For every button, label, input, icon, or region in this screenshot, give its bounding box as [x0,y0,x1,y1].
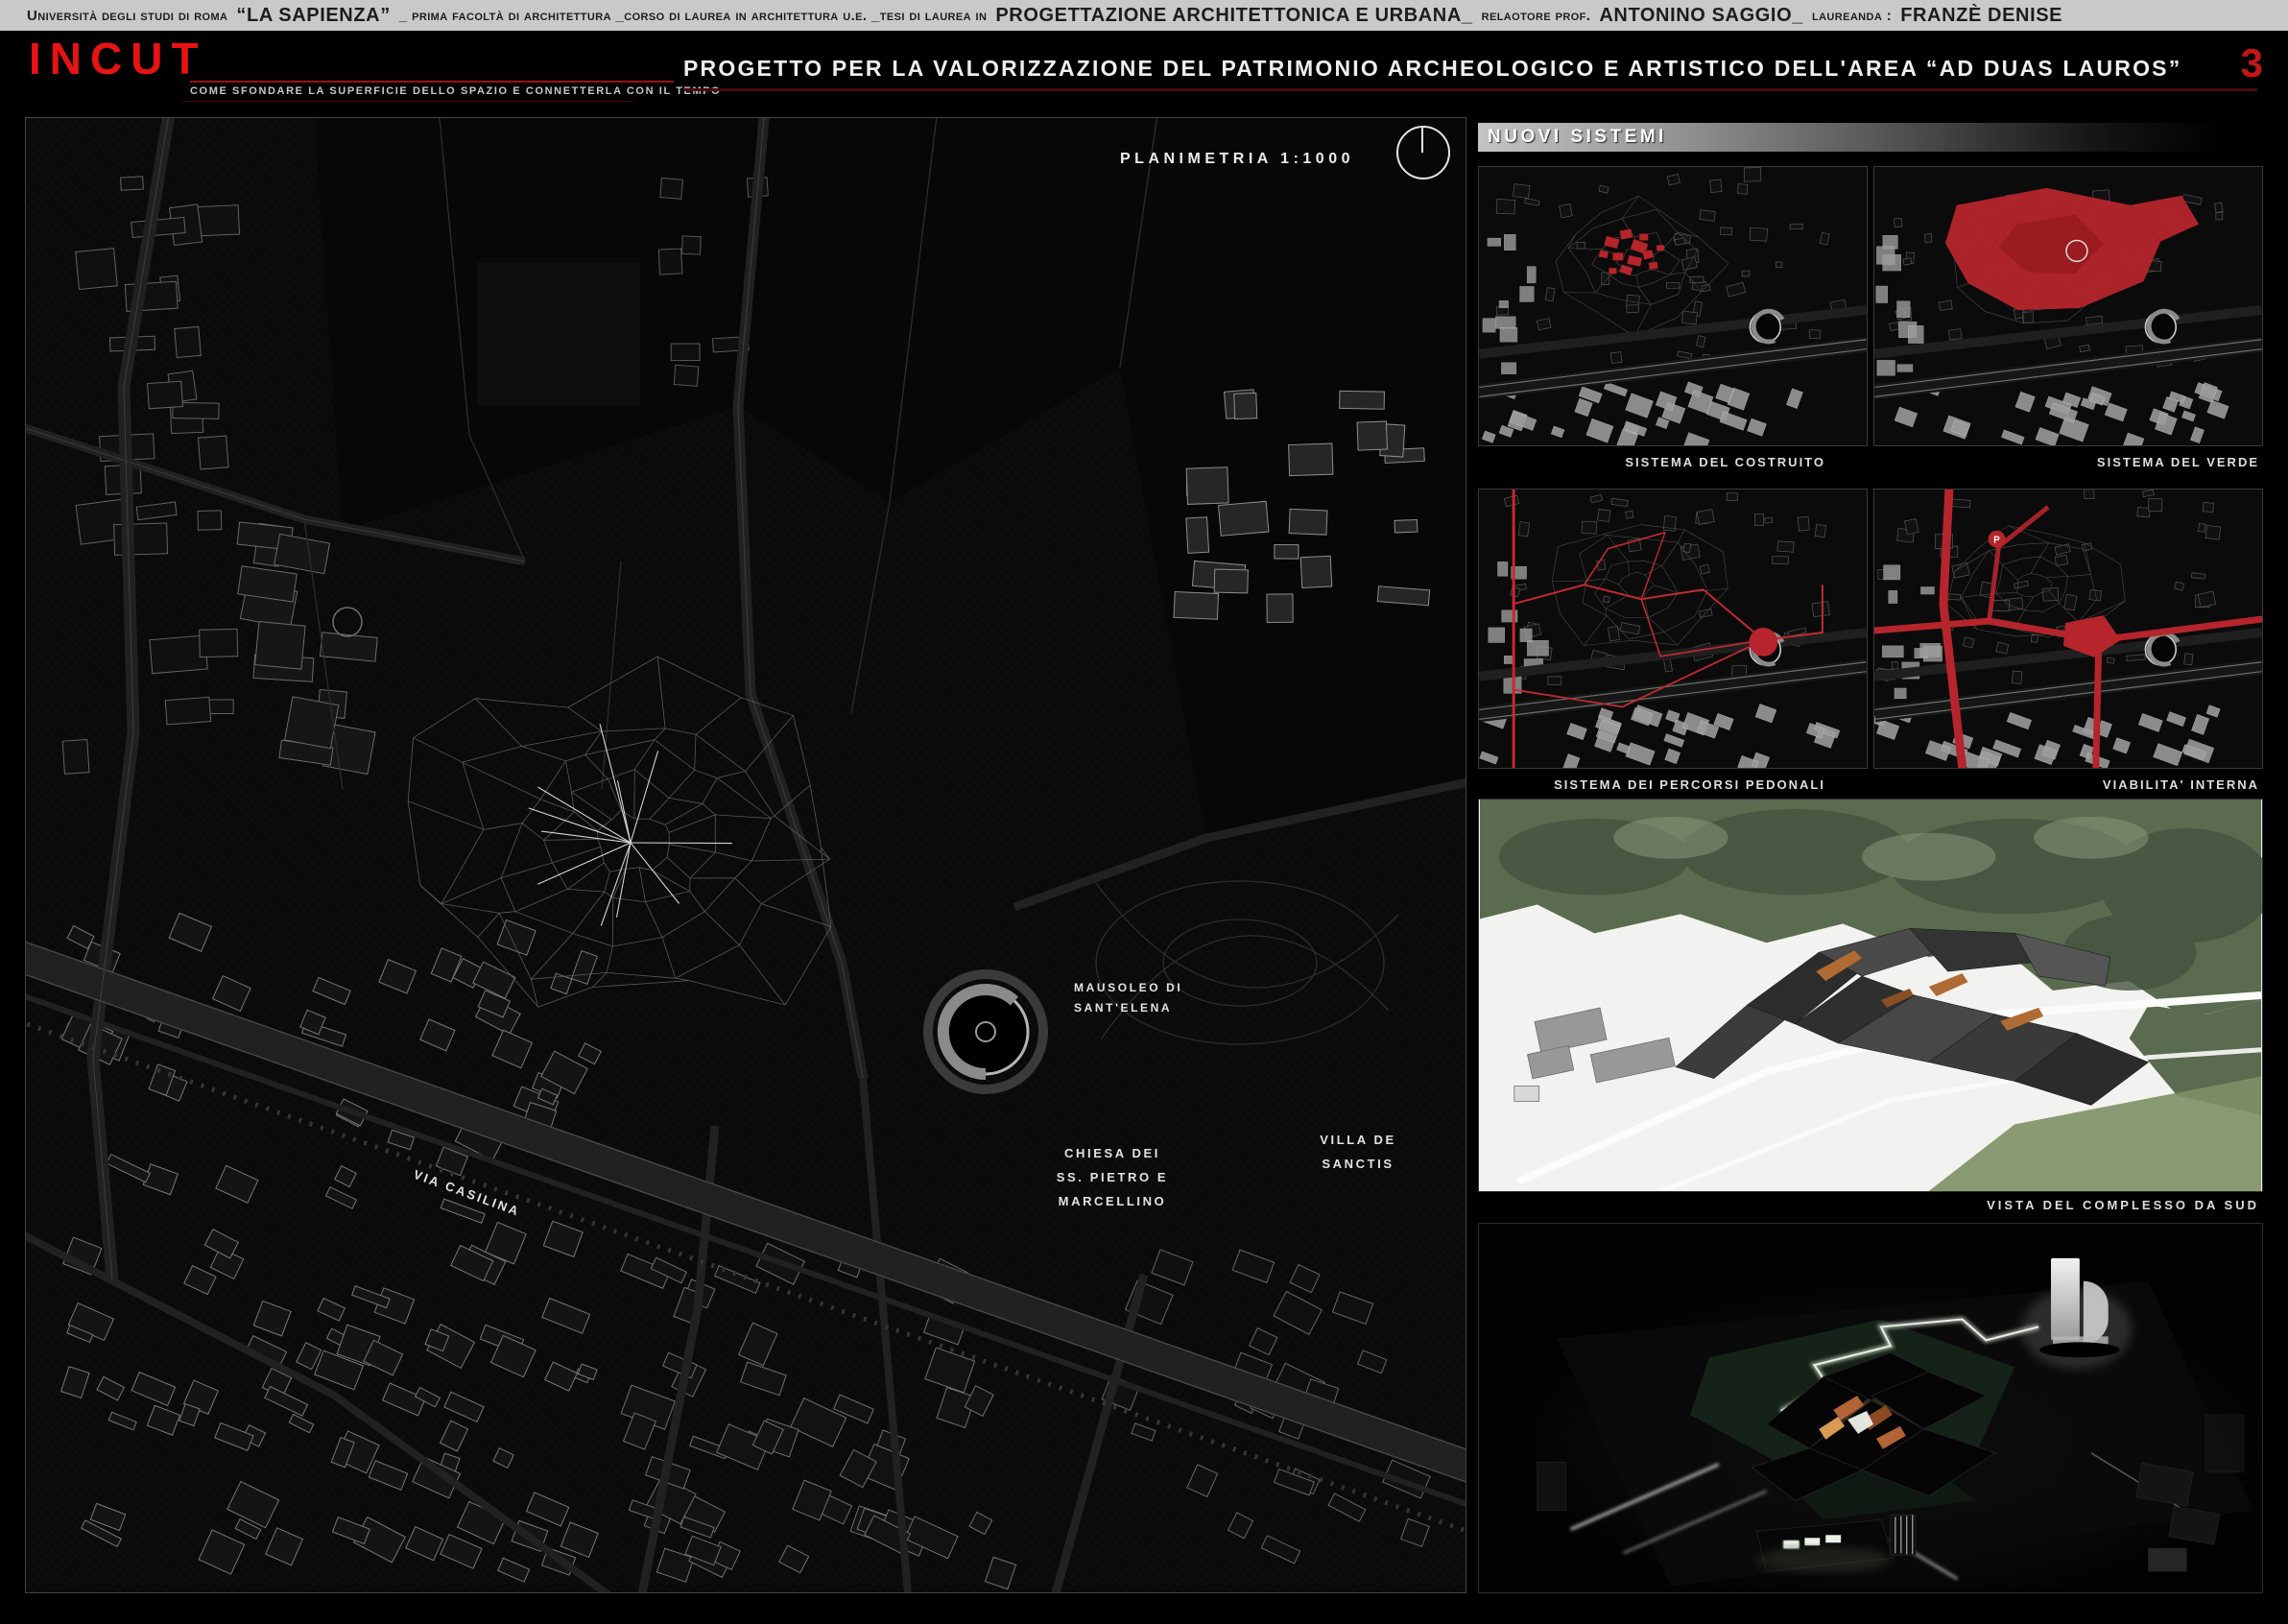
map-canvas [26,118,1466,1593]
map-label-chiesa: CHIESA DEI SS. PIETRO E MARCELLINO [1045,1141,1180,1213]
title-underline [683,88,2257,91]
green-system-highlight [1945,188,2199,310]
thesis-board: { "topbar": { "segments": [ {"text": "Un… [0,0,2288,1624]
tagline: COME SFONDARE LA SUPERFICIE DELLO SPAZIO… [190,85,721,97]
map-label-villa: VILLA DE SANCTIS [1302,1128,1414,1176]
render-night-view [1478,1223,2263,1593]
caption-percorsi-pedonali: SISTEMA DEI PERCORSI PEDONALI [1478,777,1868,797]
render-vista-complesso-sud [1478,799,2263,1192]
tile-percorsi-pedonali [1478,489,1868,769]
topbar-segment: _ prima facoltà di architettura _corso d… [399,8,988,24]
board-title: PROGETTO PER LA VALORIZZAZIONE DEL PATRI… [683,56,2123,82]
caption-sistema-del-costruito: SISTEMA DEL COSTRUITO [1478,455,1868,474]
north-arrow-icon [1396,126,1450,179]
page-number: 3 [2241,40,2263,86]
sidebar-header-nuovi-sistemi: NUOVI SISTEMI [1478,123,2263,152]
systems-sidebar: NUOVI SISTEMI [1478,117,2263,1624]
built-system-highlight [1599,229,1664,275]
mausoleum-plan [928,974,1043,1089]
tile-sistema-del-costruito [1478,166,1868,446]
tagline-underline [182,101,633,102]
incut-logo: INCUT [29,33,207,84]
masthead: INCUT COME SFONDARE LA SUPERFICIE DELLO … [0,31,2288,117]
parking-marker: P [1993,536,2000,546]
tile-viabilita-interna: P [1873,489,2263,769]
topbar-segment: “LA SAPIENZA” [236,5,390,27]
topbar-segment: FRANZÈ DENISE [1900,5,2062,27]
map-label-mausoleo: MAUSOLEO DI SANT'ELENA [1074,978,1182,1018]
topbar-segment: ANTONINO SAGGIO_ [1599,5,1803,27]
topbar-segment: relaotore prof. [1482,8,1591,24]
topbar-segment: PROGETTAZIONE ARCHITETTONICA E URBANA_ [995,5,1472,27]
map-scale-label: PLANIMETRIA 1:1000 [1120,151,1354,168]
topbar-segment: laureanda : [1812,8,1892,24]
tile-sistema-del-verde [1873,166,2263,446]
caption-sistema-del-verde: SISTEMA DEL VERDE [1873,455,2263,474]
pedestrian-paths-highlight [1513,490,1823,768]
university-header-bar: Università degli studi di roma “LA SAPIE… [0,0,2288,31]
topbar-segment: Università degli studi di roma [27,8,227,24]
main-map-panel: PLANIMETRIA 1:1000 MAUSOLEO DI SANT'ELEN… [25,117,1466,1593]
caption-vista-complesso-sud: VISTA DEL COMPLESSO DA SUD [1478,1198,2259,1212]
caption-viabilita-interna: VIABILITA' INTERNA [1873,777,2263,797]
logo-underline [190,81,674,83]
